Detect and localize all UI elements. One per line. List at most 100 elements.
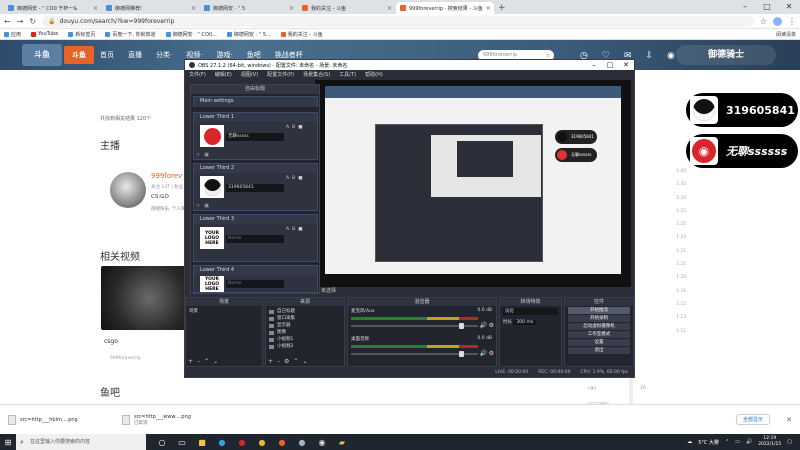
edge-icon[interactable]: ● — [216, 438, 228, 447]
taskbar-search[interactable]: 在这里输入你要搜索的内容 — [16, 434, 146, 450]
obs-menu-view[interactable]: 视图(V) — [241, 71, 258, 78]
browser-tab-active[interactable]: 999foreverrip · 搜索结果 - 斗鱼 × — [396, 2, 494, 14]
reading-list[interactable]: 阅读清单 — [776, 31, 796, 38]
main-settings-row[interactable]: Main settings — [193, 96, 318, 107]
browser-tab[interactable]: 御德网安 - “ CO0 干杯一& × — [4, 2, 102, 14]
start-recording-button[interactable]: 开始录制 — [568, 315, 630, 322]
gear-icon[interactable]: ⚙ — [489, 350, 494, 357]
speaker-icon[interactable]: 🔊 — [480, 322, 487, 329]
download-item[interactable]: src=http___www....png 已取消 — [122, 414, 222, 426]
video-thumbnail[interactable] — [101, 266, 189, 330]
bold-icon[interactable]: B — [292, 125, 295, 130]
browser-tab[interactable]: 我的关注 - 斗鱼 × — [298, 2, 396, 14]
close-icon[interactable]: ✕ — [196, 152, 200, 158]
reload-icon[interactable]: ↻ — [29, 17, 36, 26]
douyu-icon[interactable]: ● — [276, 438, 288, 447]
gear-icon[interactable]: ⚙ — [284, 358, 289, 365]
video-author[interactable]: 999foreverrip — [110, 356, 141, 361]
bookmark-item[interactable]: 御德网安 · “ CO0... — [165, 31, 217, 38]
user-icon[interactable]: ◉ — [667, 51, 675, 61]
notification-icon[interactable]: ▢ — [787, 439, 792, 445]
network-icon[interactable]: ▭ — [735, 439, 740, 445]
obs-menu-profile[interactable]: 配置文件(P) — [267, 71, 294, 78]
source-item[interactable]: 小视频1 — [269, 336, 341, 343]
volume-icon[interactable]: 🔊 — [746, 439, 752, 445]
site-logo[interactable]: 斗鱼 — [22, 44, 62, 66]
obs-preview[interactable]: 319605841 无聊ssssss — [315, 80, 631, 288]
anchor-avatar[interactable] — [110, 172, 146, 208]
down-icon[interactable]: ⌄ — [302, 358, 307, 365]
virtual-camera-button[interactable]: 启动虚拟摄像机 — [568, 323, 630, 330]
lower-third-row[interactable]: Lower Third 3 YOUR LOGO HERE Name A B ■ — [193, 214, 318, 262]
minimize-icon[interactable]: – — [734, 0, 756, 13]
tab-close-icon[interactable]: × — [486, 5, 491, 12]
settings-button[interactable]: 设置 — [568, 339, 630, 346]
obs-menu-file[interactable]: 文件(F) — [189, 71, 206, 78]
bookmark-item[interactable]: 我的关注 - 斗鱼 — [280, 31, 323, 38]
transition-duration[interactable]: 时长 300 ms — [500, 317, 561, 328]
nav-live[interactable]: 直播 — [128, 50, 142, 60]
font-icon[interactable]: A — [286, 227, 289, 232]
scene-item[interactable]: 场景 — [186, 306, 262, 317]
lower-third-text-field[interactable]: 无聊sssss — [226, 133, 284, 141]
bold-icon[interactable]: B — [292, 227, 295, 232]
task-view-icon[interactable]: ▭ — [176, 438, 188, 447]
download-item[interactable]: src=http___hbim....png — [8, 414, 108, 425]
tab-close-icon[interactable]: × — [289, 5, 294, 12]
close-icon[interactable]: ✕ — [196, 203, 200, 209]
new-tab-button[interactable]: + — [498, 2, 506, 14]
source-item[interactable]: 小视频2 — [269, 343, 341, 350]
start-button[interactable]: ⊞ — [0, 438, 16, 447]
lower-third-row[interactable]: Lower Third 4 YOUR LOGO HERE Name — [193, 265, 318, 293]
bookmark-item[interactable]: 新标签页 — [68, 31, 95, 38]
lower-third-logo[interactable]: YOUR LOGO HERE — [200, 276, 224, 292]
font-icon[interactable]: A — [286, 176, 289, 181]
add-icon[interactable]: + — [188, 358, 193, 365]
obs-taskbar-icon[interactable]: ◉ — [316, 438, 328, 447]
gear-icon[interactable]: ⚙ — [489, 322, 494, 329]
lower-third-text-field[interactable]: Name — [226, 280, 284, 288]
color-icon[interactable]: ■ — [298, 125, 302, 130]
toggle-icon[interactable]: ▣ — [204, 203, 209, 209]
bookmark-item[interactable]: YouTube — [31, 31, 58, 37]
font-icon[interactable]: A — [286, 125, 289, 130]
color-icon[interactable]: ■ — [298, 227, 302, 232]
netease-music-icon[interactable]: ● — [236, 438, 248, 447]
studio-mode-button[interactable]: 工作室模式 — [568, 331, 630, 338]
bookmark-item[interactable]: 应用 — [4, 31, 21, 38]
toggle-icon[interactable]: ▣ — [204, 152, 209, 158]
close-icon[interactable]: ✕ — [778, 0, 800, 13]
forward-icon[interactable]: → — [17, 17, 24, 26]
obs-menu-tools[interactable]: 工具(T) — [339, 71, 356, 78]
remove-icon[interactable]: – — [197, 358, 200, 365]
obs-minimize-icon[interactable]: – — [586, 61, 602, 69]
anchor-name[interactable]: 999forev — [151, 172, 182, 180]
lower-third-logo[interactable] — [200, 176, 224, 198]
bold-icon[interactable]: B — [292, 176, 295, 181]
bookmark-item[interactable]: 百度一下, 你就知道 — [105, 31, 156, 38]
browser-tab[interactable]: 御德网安 · “ 5 × — [200, 2, 298, 14]
clock[interactable]: 12:19 2022/1/15 — [758, 436, 781, 448]
menu-icon[interactable]: ⋮ — [788, 17, 796, 26]
speaker-icon[interactable]: 🔊 — [480, 350, 487, 357]
folder-icon[interactable]: ▰ — [336, 438, 348, 447]
source-item[interactable]: 窗口采集 — [269, 315, 341, 322]
tab-close-icon[interactable]: × — [191, 5, 196, 12]
video-title[interactable]: csgo — [104, 338, 118, 345]
back-icon[interactable]: ← — [4, 17, 11, 26]
cortana-icon[interactable]: ○ — [156, 438, 168, 447]
tray-expand-icon[interactable]: ⌃ — [725, 439, 729, 445]
up-icon[interactable]: ⌃ — [293, 358, 298, 365]
show-all-downloads-button[interactable]: 全部显示 — [735, 414, 770, 425]
obs-menu-scenes[interactable]: 场景集合(S) — [303, 71, 330, 78]
event-logo[interactable]: 斗鱼 — [64, 46, 94, 64]
obs-maximize-icon[interactable]: □ — [602, 61, 618, 69]
url-input[interactable]: 🔒 douyu.com/search/?kw=999foreverrip — [42, 15, 754, 27]
volume-fader[interactable] — [351, 351, 478, 357]
down-icon[interactable]: ⌄ — [213, 358, 218, 365]
start-streaming-button[interactable]: 开始推流 — [568, 307, 630, 314]
weather-icon[interactable]: ☁ — [687, 439, 692, 445]
lower-third-text-field[interactable]: Name — [226, 235, 284, 243]
fader-handle[interactable] — [458, 323, 464, 329]
tab-close-icon[interactable]: × — [93, 5, 98, 12]
